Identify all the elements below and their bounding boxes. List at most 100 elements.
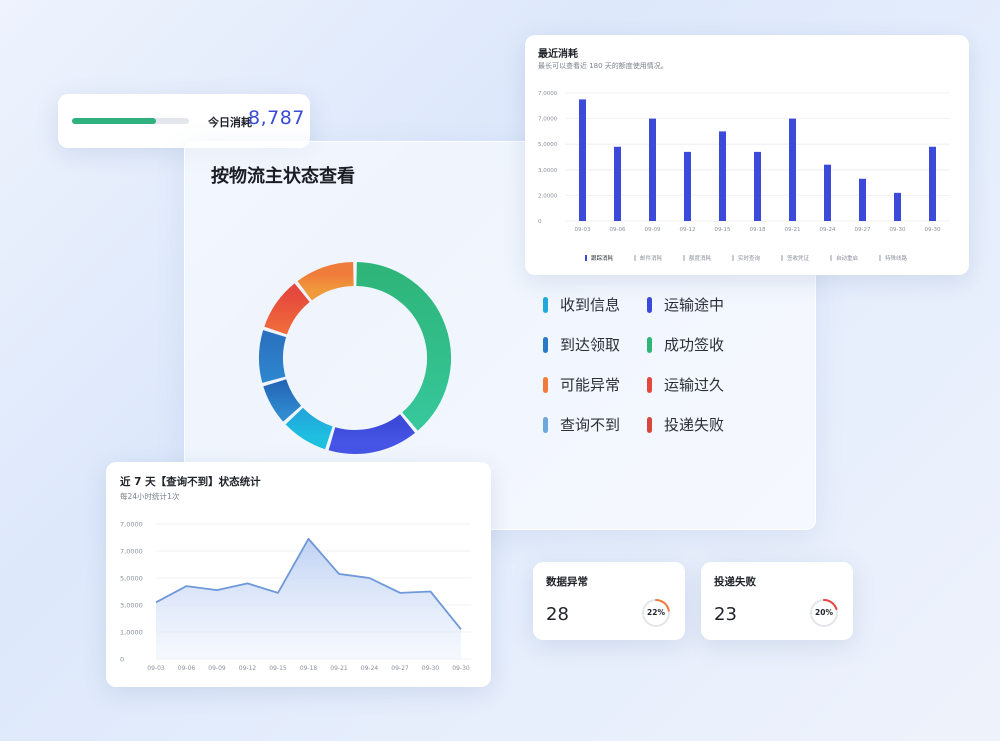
legend-item: 查询不到 [543, 414, 620, 435]
series-marker-icon [634, 255, 636, 261]
bar [614, 146, 621, 221]
recent-consumption-title: 最近消耗 [538, 49, 578, 60]
x-tick-label: 09-03 [575, 227, 591, 233]
series-legend-item[interactable]: 实时查询 [732, 254, 760, 262]
series-legend-item[interactable]: 特殊线路 [879, 254, 907, 262]
y-tick-label: 3,0000 [538, 168, 558, 174]
legend-label: 投递失败 [664, 416, 725, 434]
today-consumption-card: 今日消耗 8,787 [58, 94, 310, 148]
bar [754, 151, 761, 221]
x-tick-label: 09-18 [750, 227, 766, 233]
series-legend-label: 跟踪消耗 [591, 256, 614, 262]
area-fill [156, 538, 461, 659]
x-tick-label: 09-06 [610, 227, 626, 233]
series-marker-icon [781, 255, 783, 261]
series-legend-label: 实时查询 [738, 256, 761, 262]
x-tick-label: 09-24 [361, 665, 379, 672]
stat-percent: 20% [815, 608, 833, 617]
legend-label: 运输途中 [664, 296, 725, 314]
bar [929, 146, 936, 221]
series-legend-label: 特殊线路 [885, 256, 908, 262]
y-tick-label: 7,0000 [120, 548, 143, 556]
x-tick-label: 09-03 [147, 665, 165, 672]
y-tick-label: 7,0000 [538, 91, 558, 97]
legend-label: 成功签收 [664, 336, 725, 354]
bar [579, 99, 586, 221]
x-tick-label: 09-30 [890, 227, 906, 233]
today-consumption-label: 今日消耗 [208, 116, 252, 129]
legend-label: 查询不到 [560, 416, 621, 434]
y-tick-label: 1,0000 [120, 629, 143, 637]
donut-segment [285, 407, 333, 450]
legend-item: 收到信息 [543, 294, 620, 315]
legend-swatch [647, 336, 652, 353]
x-tick-label: 09-09 [208, 665, 226, 672]
legend-swatch [647, 376, 652, 393]
series-legend-item[interactable]: 跟踪消耗 [585, 254, 613, 262]
y-tick-label: 7,0000 [538, 117, 558, 123]
legend-swatch [543, 336, 548, 353]
weekly-unfound-card: 0 1,0000 3,0000 5,0000 7,0000 7,0000 09-03 09-0… [106, 462, 491, 687]
donut-segment [356, 262, 451, 431]
y-tick-label: 7,0000 [120, 521, 143, 529]
legend-swatch [543, 376, 548, 393]
series-legend: 跟踪消耗 邮件消耗 额度消耗 实时查询 签收凭证 自动重启 特殊线路 [585, 254, 945, 264]
series-legend-item[interactable]: 签收凭证 [781, 254, 809, 262]
stat-percent: 22% [647, 608, 665, 617]
legend-label: 运输过久 [664, 376, 725, 394]
weekly-unfound-subtitle: 每24小时统计1次 [120, 492, 180, 501]
x-tick-label: 09-30 [452, 665, 470, 672]
donut-segment [264, 283, 311, 335]
series-marker-icon [830, 255, 832, 261]
bar [719, 131, 726, 221]
x-tick-label: 09-12 [239, 665, 257, 672]
series-marker-icon [732, 255, 734, 261]
legend-label: 可能异常 [560, 376, 621, 394]
x-tick-label: 09-30 [925, 227, 941, 233]
x-tick-label: 09-27 [391, 665, 409, 672]
series-legend-label: 签收凭证 [787, 256, 810, 262]
x-tick-label: 09-15 [269, 665, 287, 672]
legend-item: 运输过久 [647, 374, 724, 395]
series-marker-icon [879, 255, 881, 261]
legend-item: 到达领取 [543, 334, 620, 355]
bar [859, 178, 866, 221]
series-legend-label: 邮件消耗 [640, 256, 663, 262]
series-legend-label: 自动重启 [836, 256, 859, 262]
x-tick-label: 09-12 [680, 227, 696, 233]
stat-card-data-anomaly: 数据异常 28 22% [533, 562, 685, 640]
status-donut-chart [259, 262, 451, 454]
donut-segment [263, 378, 302, 422]
series-legend-item[interactable]: 邮件消耗 [634, 254, 662, 262]
x-tick-label: 09-15 [715, 227, 731, 233]
stat-title: 投递失败 [714, 576, 756, 588]
donut-segment [328, 413, 416, 454]
legend-item: 投递失败 [647, 414, 724, 435]
legend-item: 运输途中 [647, 294, 724, 315]
y-tick-label: 3,0000 [120, 602, 143, 610]
x-tick-label: 09-06 [178, 665, 196, 672]
x-tick-label: 09-27 [855, 227, 871, 233]
bar [824, 164, 831, 221]
series-legend-item[interactable]: 自动重启 [830, 254, 858, 262]
recent-consumption-subtitle: 最长可以查看近 180 天的额度使用情况。 [538, 62, 668, 70]
legend-swatch [543, 416, 548, 433]
x-tick-label: 09-18 [300, 665, 318, 672]
stat-value: 28 [546, 604, 569, 625]
bar [684, 151, 691, 221]
y-tick-label: 5,0000 [120, 575, 143, 583]
series-legend-label: 额度消耗 [689, 256, 712, 262]
today-progress-track [72, 118, 189, 124]
stat-title: 数据异常 [546, 576, 588, 588]
y-tick-label: 2,0000 [538, 193, 558, 199]
series-legend-item[interactable]: 额度消耗 [683, 254, 711, 262]
x-tick-label: 09-09 [645, 227, 661, 233]
today-progress-fill [72, 118, 157, 124]
series-marker-icon [585, 255, 587, 261]
series-marker-icon [683, 255, 685, 261]
stat-value: 23 [714, 604, 737, 625]
today-consumption-value: 8,787 [248, 107, 305, 129]
legend-swatch [647, 416, 652, 433]
bar [894, 192, 901, 221]
legend-label: 到达领取 [560, 336, 621, 354]
